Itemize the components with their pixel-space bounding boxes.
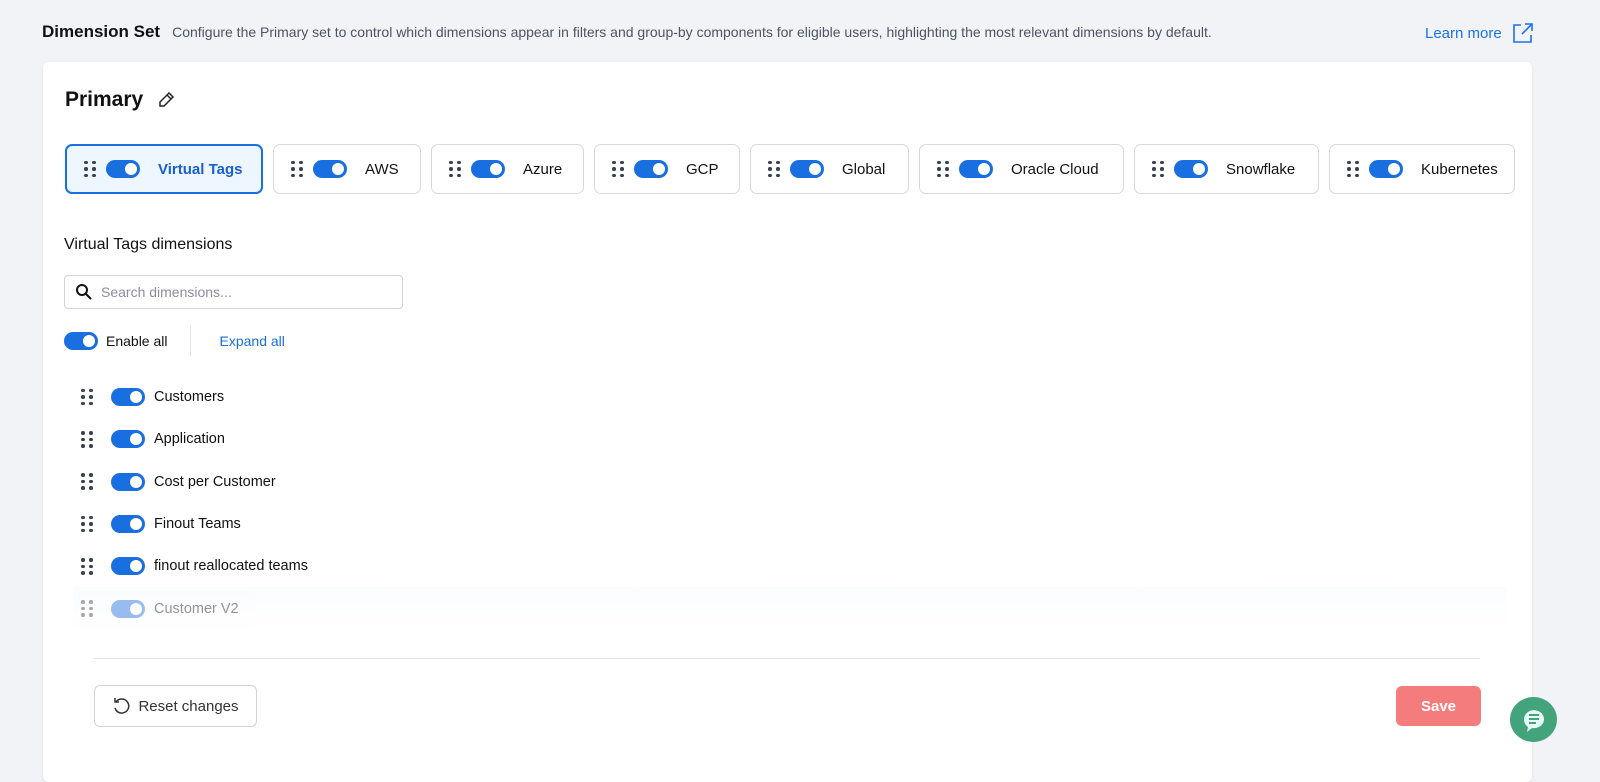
tab-aws[interactable]: AWS [273,144,421,194]
save-button[interactable]: Save [1396,686,1481,726]
dimension-toggle[interactable] [111,599,145,618]
dimension-list: Customers Application Cost per Customer Fin… [73,376,1506,630]
dimension-row: Cost per Customer [73,461,1506,503]
tab-toggle[interactable] [1369,160,1403,178]
reset-icon [114,698,130,714]
tab-virtual-tags[interactable]: Virtual Tags [65,144,263,194]
dimension-label: Cost per Customer [154,473,276,490]
tab-label: Kubernetes [1421,160,1498,178]
dimension-row: Customers [73,376,1506,418]
dimension-toggle[interactable] [111,472,145,491]
search-icon [76,284,92,300]
edit-pencil-icon[interactable] [157,91,175,109]
dimension-row: Customer V2 [73,587,1506,630]
drag-handle-icon[interactable] [84,160,96,178]
drag-handle-icon[interactable] [81,473,93,490]
footer-divider [93,658,1480,659]
dimension-set-card: Primary Virtual Tags AWS Azure GCP Global Ora… [43,62,1532,782]
section-title: Virtual Tags dimensions [64,236,233,253]
page-description: Configure the Primary set to control whi… [172,24,1212,40]
tab-toggle[interactable] [106,160,140,178]
chat-widget-button[interactable] [1510,697,1557,742]
dimension-row: Application [73,418,1506,460]
tab-azure[interactable]: Azure [431,144,584,194]
dimension-label: Customers [154,389,225,406]
external-link-icon [1512,23,1533,43]
dimension-label: Application [154,431,225,448]
tab-label: Snowflake [1226,160,1296,178]
tab-label: AWS [365,160,399,178]
provider-tabs: Virtual Tags AWS Azure GCP Global Oracle Clou… [65,144,1515,194]
drag-handle-icon[interactable] [81,558,93,575]
tab-oracle-cloud[interactable]: Oracle Cloud [919,144,1124,194]
expand-all-link[interactable]: Expand all [220,333,285,349]
tab-toggle[interactable] [1174,160,1208,178]
page-header: Dimension Set Configure the Primary set … [42,22,1212,42]
reset-changes-button[interactable]: Reset changes [94,685,257,727]
set-name: Primary [65,88,144,111]
tab-label: Azure [523,160,563,178]
tab-toggle[interactable] [634,160,668,178]
drag-handle-icon[interactable] [768,160,780,178]
tab-label: Global [842,160,886,178]
enable-all-label: Enable all [106,333,168,349]
page-title: Dimension Set [42,22,161,41]
tab-label: GCP [686,160,719,178]
tab-toggle[interactable] [313,160,347,178]
tab-snowflake[interactable]: Snowflake [1134,144,1319,194]
tab-gcp[interactable]: GCP [594,144,740,194]
dimension-row: finout reallocated teams [73,545,1506,587]
tab-label: Virtual Tags [158,160,243,178]
chat-icon [1523,709,1544,732]
drag-handle-icon[interactable] [1347,160,1359,178]
search-input[interactable] [101,284,391,300]
reset-label: Reset changes [138,697,239,715]
enable-all-toggle[interactable] [64,332,98,350]
drag-handle-icon[interactable] [81,515,93,533]
drag-handle-icon[interactable] [1152,160,1164,178]
drag-handle-icon[interactable] [291,160,303,178]
drag-handle-icon[interactable] [937,160,949,178]
set-title: Primary [65,88,175,112]
dimension-toggle[interactable] [111,515,145,534]
search-box [64,275,403,309]
dimension-label: Finout Teams [154,516,241,533]
drag-handle-icon[interactable] [81,431,93,448]
list-controls: Enable all Expand all [64,326,285,356]
divider [189,326,191,356]
dimension-toggle[interactable] [111,557,145,576]
learn-more-link[interactable]: Learn more [1425,22,1534,44]
tab-label: Oracle Cloud [1011,160,1099,178]
drag-handle-icon[interactable] [612,160,624,178]
tab-toggle[interactable] [471,160,505,178]
drag-handle-icon[interactable] [81,388,93,406]
dimension-toggle[interactable] [111,430,145,449]
dimension-toggle[interactable] [111,388,145,407]
tab-toggle[interactable] [790,160,824,178]
dimension-label: Customer V2 [154,600,239,617]
tab-global[interactable]: Global [750,144,909,194]
tab-toggle[interactable] [959,160,993,178]
drag-handle-icon[interactable] [81,600,93,617]
tab-kubernetes[interactable]: Kubernetes [1329,144,1515,194]
dimension-label: finout reallocated teams [154,558,308,575]
drag-handle-icon[interactable] [449,160,461,178]
learn-more-label: Learn more [1425,24,1502,42]
dimension-row: Finout Teams [73,503,1506,545]
